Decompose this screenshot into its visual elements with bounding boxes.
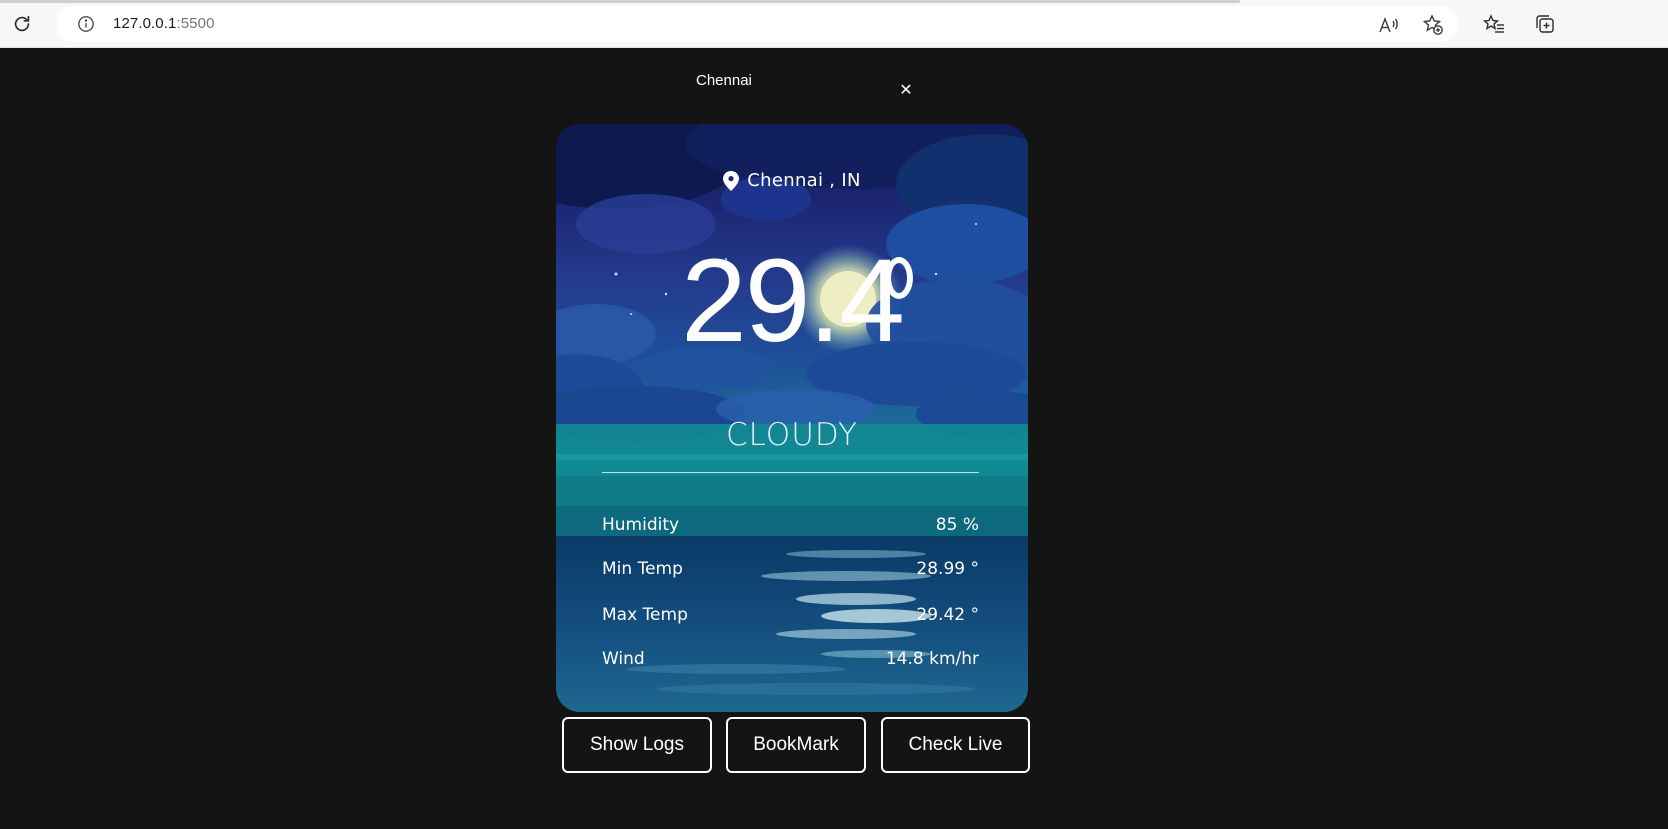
bookmark-button[interactable]: BookMark (726, 717, 866, 773)
read-aloud-icon[interactable] (1378, 14, 1400, 36)
location-pin-icon (723, 170, 740, 191)
close-button[interactable]: ✕ (897, 79, 915, 99)
show-logs-button[interactable]: Show Logs (562, 717, 712, 773)
check-live-button[interactable]: Check Live (881, 717, 1030, 773)
url-port: :5500 (176, 15, 215, 32)
stat-label: Wind (602, 649, 645, 669)
location-row: Chennai , IN (556, 170, 1028, 191)
browser-toolbar: 127.0.0.1:5500 (0, 0, 1668, 48)
stat-label: Humidity (602, 515, 680, 535)
degree-symbol (885, 257, 913, 299)
weather-condition: CLOUDY (725, 417, 858, 453)
stat-row-max-temp: Max Temp 29.42 ° (602, 603, 979, 627)
collections-icon[interactable] (1533, 12, 1557, 36)
location-text: Chennai , IN (747, 170, 861, 191)
weather-card: Chennai , IN 29.4 CLOUDY Humidity 85 % M… (556, 124, 1028, 712)
url-text[interactable]: 127.0.0.1:5500 (113, 15, 215, 32)
url-host: 127.0.0.1 (113, 15, 177, 32)
stat-value: 14.8 km/hr (885, 649, 979, 669)
favorites-icon[interactable] (1482, 12, 1506, 36)
stat-value: 29.42 ° (916, 605, 979, 625)
divider-line (602, 472, 979, 473)
stat-row-min-temp: Min Temp 28.99 ° (602, 557, 979, 581)
address-bar[interactable]: 127.0.0.1:5500 (56, 6, 1458, 42)
add-favorite-icon[interactable] (1422, 14, 1444, 36)
city-heading: Chennai (696, 72, 752, 89)
stat-label: Max Temp (602, 605, 688, 625)
temperature-value: 29.4 (681, 235, 905, 367)
load-progress-line (0, 0, 1240, 3)
stat-row-wind: Wind 14.8 km/hr (602, 647, 979, 671)
stat-value: 28.99 ° (916, 559, 979, 579)
stat-value: 85 % (935, 515, 979, 535)
reload-icon[interactable] (10, 12, 34, 36)
stat-label: Min Temp (602, 559, 683, 579)
info-icon[interactable] (76, 14, 96, 34)
stat-row-humidity: Humidity 85 % (602, 513, 979, 537)
